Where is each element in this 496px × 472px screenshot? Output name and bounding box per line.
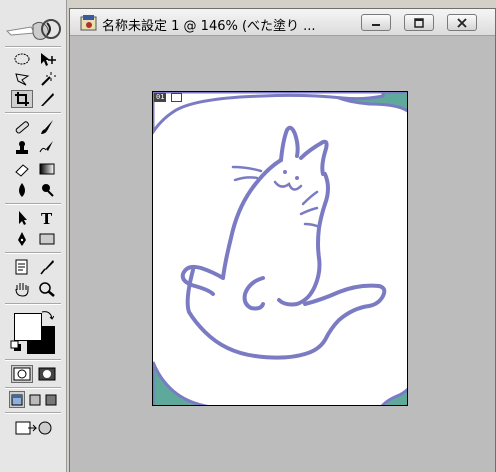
blur-tool-icon[interactable] [11, 181, 33, 199]
pen-tool-icon[interactable] [11, 230, 33, 248]
type-tool-icon[interactable]: T [36, 209, 58, 227]
healing-brush-tool-icon[interactable] [11, 118, 33, 136]
path-selection-tool-icon[interactable] [11, 209, 33, 227]
layer-thumbnail-icon[interactable] [171, 93, 182, 102]
toolbox-separator [5, 46, 61, 48]
swap-colors-icon[interactable] [40, 309, 54, 321]
eraser-tool-icon[interactable] [11, 160, 33, 178]
notes-tool-icon[interactable] [11, 258, 33, 276]
document-app-icon[interactable] [80, 14, 98, 35]
toolbox-header-logo[interactable] [3, 13, 63, 45]
image-canvas[interactable]: 01 [152, 91, 408, 406]
close-icon [456, 13, 468, 32]
foreground-color-swatch[interactable] [14, 313, 42, 341]
magic-wand-tool-icon[interactable] [36, 70, 58, 88]
hand-tool-icon[interactable] [11, 280, 33, 298]
eyedropper-tool-icon[interactable] [36, 258, 58, 276]
brush-tool-icon[interactable] [36, 118, 58, 136]
document-title: 名称未設定 1 @ 146% (べた塗り ... [102, 19, 316, 34]
full-screen-mode-icon[interactable] [44, 392, 58, 407]
document-titlebar[interactable]: 名称未設定 1 @ 146% (べた塗り ... [70, 9, 495, 36]
full-screen-with-menu-icon[interactable] [28, 392, 42, 407]
elliptical-marquee-tool-icon[interactable] [11, 50, 33, 68]
rectangle-tool-icon[interactable] [36, 230, 58, 248]
maximize-button[interactable] [404, 14, 434, 31]
minimize-button[interactable] [361, 14, 391, 31]
toolbox: T [0, 0, 67, 472]
svg-text:T: T [41, 210, 53, 226]
standard-screen-mode-icon[interactable] [9, 391, 25, 408]
lasso-tool-icon[interactable] [11, 70, 33, 88]
cat-illustration [153, 92, 407, 405]
minimize-icon [370, 13, 382, 32]
standard-mode-icon[interactable] [11, 365, 33, 383]
document-window: 名称未設定 1 @ 146% (べた塗り ... 01 [69, 8, 496, 472]
default-colors-icon[interactable] [10, 340, 22, 352]
dodge-tool-icon[interactable] [36, 181, 58, 199]
quick-mask-mode-icon[interactable] [36, 365, 58, 383]
page-number-badge: 01 [154, 93, 167, 102]
canvas-workspace[interactable]: 01 [70, 36, 495, 472]
maximize-icon [413, 13, 425, 32]
jump-to-imageready-icon[interactable] [11, 418, 57, 438]
gradient-tool-icon[interactable] [36, 160, 58, 178]
zoom-tool-icon[interactable] [36, 280, 58, 298]
clone-stamp-tool-icon[interactable] [11, 139, 33, 157]
close-button[interactable] [447, 14, 477, 31]
slice-tool-icon[interactable] [36, 90, 58, 108]
move-tool-icon[interactable] [36, 50, 58, 68]
crop-tool-icon[interactable] [11, 90, 33, 108]
history-brush-tool-icon[interactable] [36, 139, 58, 157]
